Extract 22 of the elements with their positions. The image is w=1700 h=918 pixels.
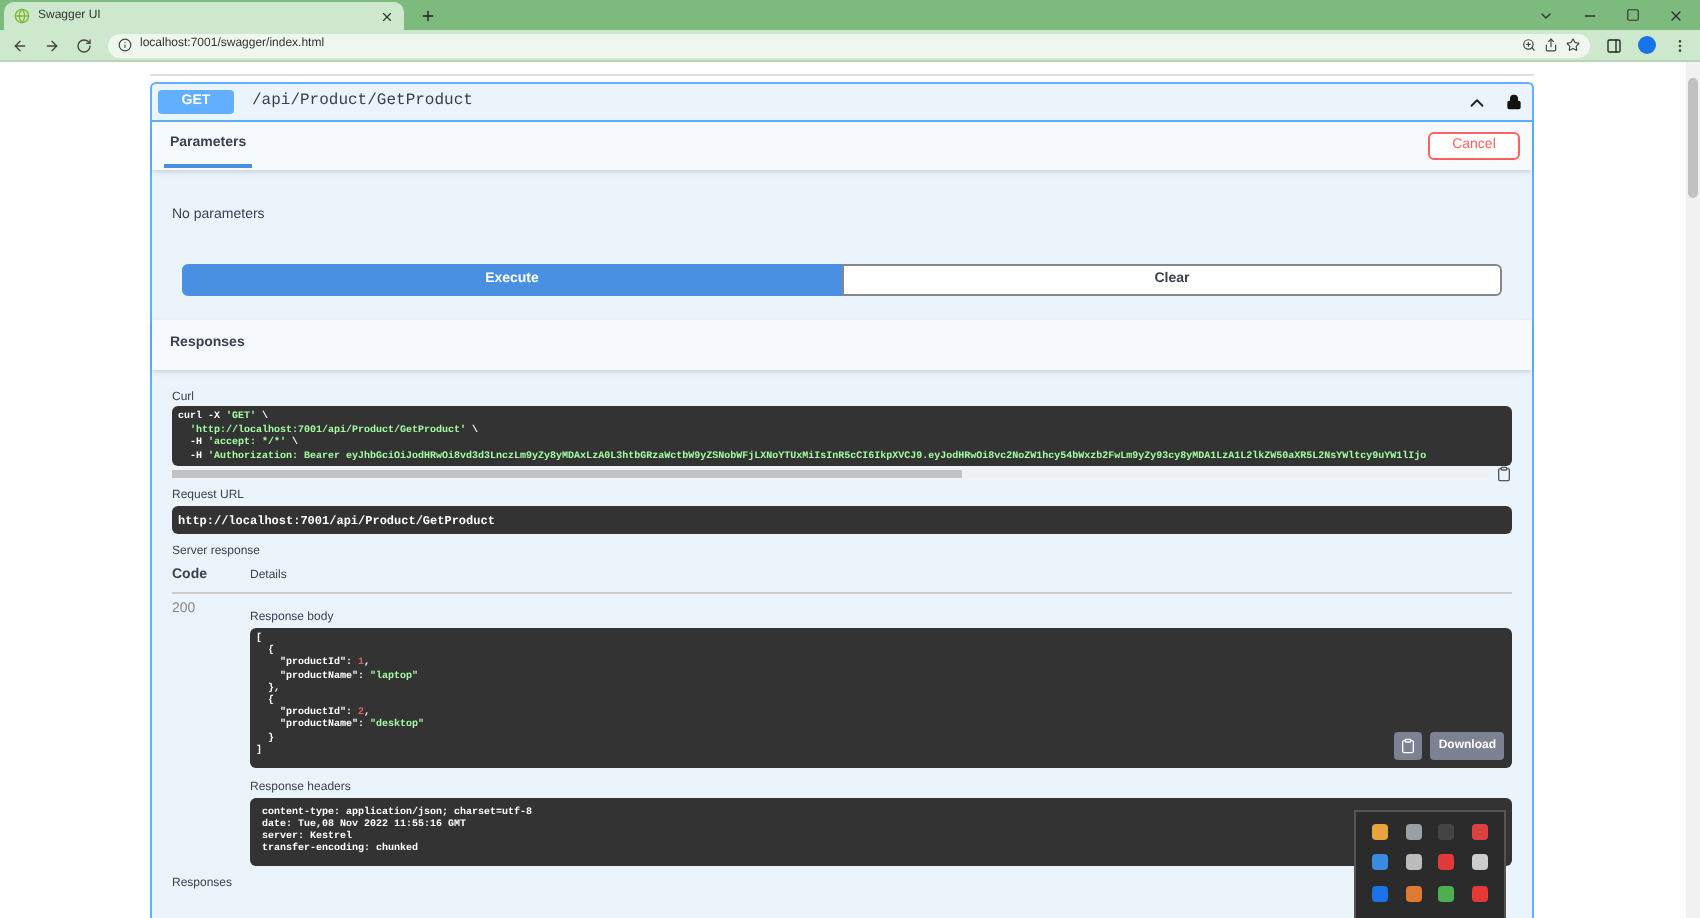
- new-tab-icon[interactable]: [420, 8, 436, 24]
- forward-icon[interactable]: [44, 37, 60, 53]
- copy-button[interactable]: [1394, 732, 1423, 760]
- lock-icon[interactable]: [1506, 94, 1522, 110]
- restore-icon[interactable]: [1626, 8, 1640, 22]
- favicon-icon: [14, 8, 30, 24]
- side-panel-icon[interactable]: [1606, 37, 1622, 53]
- tab-search-icon[interactable]: [1538, 8, 1554, 24]
- close-icon[interactable]: [1668, 8, 1684, 24]
- close-icon[interactable]: [380, 9, 394, 23]
- horizontal-scrollbar[interactable]: [172, 469, 1488, 477]
- copy-icon[interactable]: [1496, 465, 1512, 481]
- copy-icon: [1400, 738, 1417, 754]
- info-icon: [118, 38, 132, 52]
- back-icon[interactable]: [12, 37, 28, 53]
- zoom-icon[interactable]: [1522, 38, 1536, 52]
- vertical-scrollbar[interactable]: [1686, 62, 1700, 918]
- reload-icon[interactable]: [76, 37, 92, 53]
- share-icon[interactable]: [1544, 38, 1558, 52]
- bookmark-star-icon[interactable]: [1566, 38, 1580, 52]
- profile-avatar[interactable]: [1638, 36, 1656, 54]
- endpoint-path[interactable]: /api/Product/GetProduct: [252, 90, 1448, 114]
